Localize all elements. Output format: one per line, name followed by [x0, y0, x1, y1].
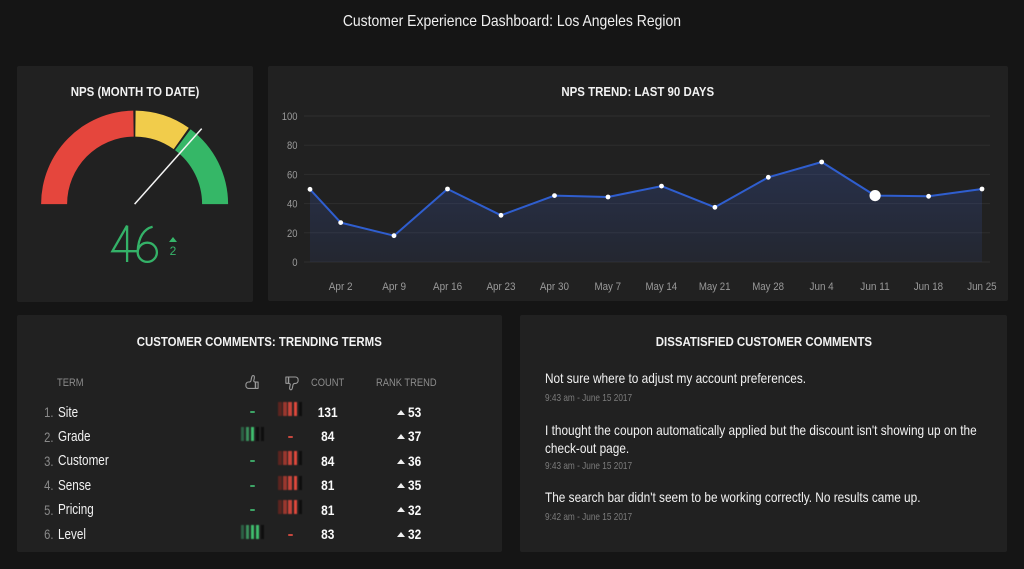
svg-text:Jun 11: Jun 11	[860, 281, 889, 293]
svg-text:40: 40	[287, 199, 298, 211]
svg-text:Apr 2: Apr 2	[329, 281, 353, 293]
svg-text:60: 60	[287, 169, 298, 181]
svg-text:80: 80	[287, 140, 298, 152]
svg-text:Apr 9: Apr 9	[382, 281, 406, 293]
svg-text:Jun 4: Jun 4	[810, 281, 834, 293]
svg-text:May 14: May 14	[645, 281, 677, 293]
svg-text:0: 0	[292, 257, 297, 269]
svg-text:Apr 30: Apr 30	[540, 281, 569, 293]
svg-text:May 28: May 28	[752, 281, 784, 293]
svg-text:100: 100	[282, 111, 298, 123]
svg-text:20: 20	[287, 228, 298, 240]
svg-text:Apr 23: Apr 23	[486, 281, 515, 293]
svg-text:Jun 25: Jun 25	[967, 281, 996, 293]
svg-text:May 21: May 21	[699, 281, 731, 293]
svg-text:Jun 18: Jun 18	[914, 281, 943, 293]
svg-text:Apr 16: Apr 16	[433, 281, 462, 293]
svg-text:May 7: May 7	[595, 281, 622, 293]
